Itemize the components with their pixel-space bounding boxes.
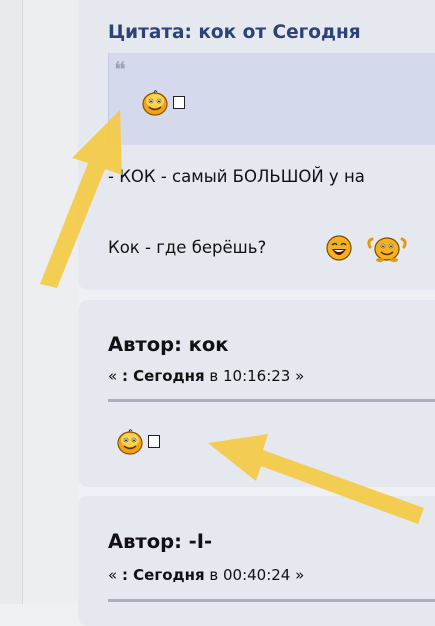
date-time: в 10:16:23 » [204,367,305,385]
quote-header[interactable]: Цитата: кок от Сегодня [108,22,361,43]
post-text-line: - КОК - самый БОЛЬШОЙ у на [108,167,365,186]
date-time: в 00:40:24 » [204,566,305,584]
quote-smiley-group [140,88,185,116]
smiley-icon [142,90,168,116]
post-divider [108,399,435,402]
post-date: « : Сегодня в 10:16:23 » [108,367,304,385]
quote-mark-icon: ❝ [114,58,126,83]
date-open: « [108,566,122,584]
post-card [78,300,435,487]
laughing-smiley-icon [326,235,352,261]
post-author[interactable]: Автор: кок [108,333,229,356]
dancing-smiley-icon [367,237,407,262]
post-date: « : Сегодня в 00:40:24 » [108,566,304,584]
post-card [78,496,435,626]
broken-glyph-icon [173,95,185,109]
post-author[interactable]: Автор: -I- [108,530,212,553]
left-pane [23,0,78,604]
date-link[interactable]: : Сегодня [122,367,205,385]
broken-glyph-icon [148,434,160,448]
left-rail [0,0,23,604]
smiley-icon [117,429,143,455]
post-text-line: Кок - где берёшь? [108,238,267,257]
date-open: « [108,367,122,385]
date-link[interactable]: : Сегодня [122,566,205,584]
post-smiley-group [115,427,160,455]
post-divider [108,599,435,602]
